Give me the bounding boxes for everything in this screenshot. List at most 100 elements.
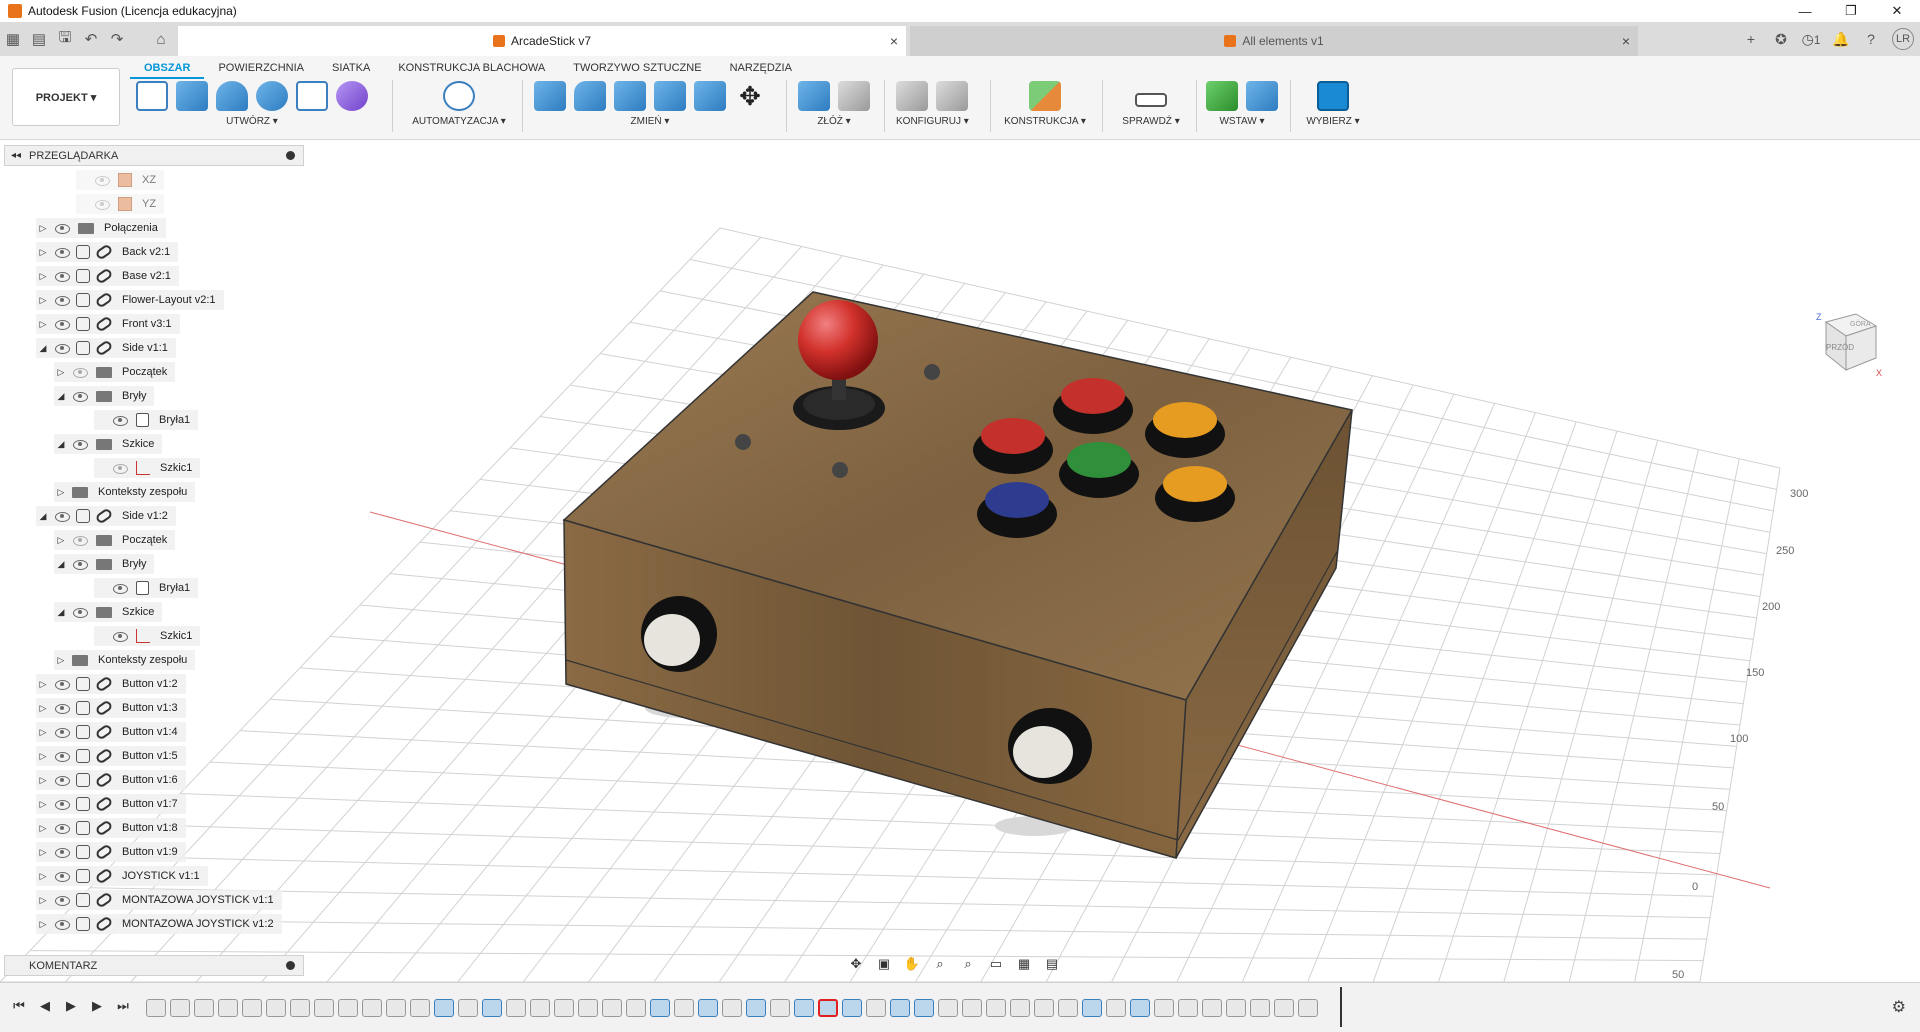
visibility-eye-icon[interactable] <box>72 439 88 450</box>
expand-arrow-icon[interactable]: ▷ <box>54 367 68 378</box>
timeline-feature[interactable] <box>866 999 886 1017</box>
visibility-eye-icon[interactable] <box>94 199 110 210</box>
insert-image-icon[interactable] <box>1246 81 1278 111</box>
tab-all-elements[interactable]: All elements v1 × <box>910 26 1638 56</box>
browser-item[interactable]: Bryła1 <box>94 410 199 430</box>
browser-item[interactable]: ◢ Szkice <box>54 602 163 622</box>
measure-icon[interactable] <box>1135 93 1167 107</box>
hole-icon[interactable] <box>256 81 288 111</box>
timeline-feature[interactable] <box>362 999 382 1017</box>
insert-derive-icon[interactable] <box>1206 81 1238 111</box>
timeline-feature[interactable] <box>266 999 286 1017</box>
timeline-feature[interactable] <box>746 999 766 1017</box>
zoom-window-icon[interactable]: ⌕ <box>957 955 979 973</box>
browser-item[interactable]: Bryła1 <box>94 578 199 598</box>
collapse-arrow-icon[interactable]: ◢ <box>54 439 68 450</box>
browser-item[interactable]: ▷ MONTAZOWA JOYSTICK v1:1 <box>36 890 282 910</box>
file-menu-icon[interactable]: ▤ <box>26 26 52 52</box>
timeline-end-icon[interactable]: ⏭ <box>114 997 132 1015</box>
job-status-icon[interactable]: ◷1 <box>1796 31 1826 48</box>
save-icon[interactable]: 🖫 <box>52 26 78 52</box>
notifications-icon[interactable]: 🔔 <box>1826 31 1856 48</box>
minimize-button[interactable]: — <box>1782 0 1828 22</box>
timeline-feature[interactable] <box>770 999 790 1017</box>
visibility-eye-icon[interactable] <box>54 703 70 714</box>
timeline-feature[interactable] <box>1082 999 1102 1017</box>
orbit-icon[interactable]: ✥ <box>845 955 867 973</box>
browser-item[interactable]: ▷ Button v1:9 <box>36 842 186 862</box>
visibility-eye-icon[interactable] <box>54 319 70 330</box>
timeline-feature[interactable] <box>290 999 310 1017</box>
visibility-eye-icon[interactable] <box>54 823 70 834</box>
grid-settings-icon[interactable]: ▦ <box>1013 955 1035 973</box>
timeline-feature[interactable] <box>1202 999 1222 1017</box>
timeline-feature[interactable] <box>386 999 406 1017</box>
expand-arrow-icon[interactable]: ▷ <box>36 847 50 858</box>
view-cube[interactable]: GÓRA PRZÓD Z X <box>1814 308 1884 378</box>
timeline-feature[interactable] <box>242 999 262 1017</box>
undo-icon[interactable]: ↶ <box>78 26 104 52</box>
expand-arrow-icon[interactable]: ▷ <box>36 823 50 834</box>
browser-item[interactable]: ▷ Button v1:4 <box>36 722 186 742</box>
group-label[interactable]: WSTAW ▾ <box>1206 116 1278 127</box>
timeline-feature[interactable] <box>554 999 574 1017</box>
collapse-arrow-icon[interactable]: ◢ <box>54 559 68 570</box>
visibility-eye-icon[interactable] <box>54 271 70 282</box>
collapse-arrow-icon[interactable]: ◢ <box>36 343 50 354</box>
expand-arrow-icon[interactable]: ▷ <box>36 727 50 738</box>
tab-siatka[interactable]: SIATKA <box>318 59 384 79</box>
comment-panel-header[interactable]: KOMENTARZ <box>4 955 304 976</box>
timeline-feature[interactable] <box>314 999 334 1017</box>
timeline-feature[interactable] <box>842 999 862 1017</box>
visibility-eye-icon[interactable] <box>112 463 128 474</box>
close-tab-icon[interactable]: × <box>890 33 898 49</box>
user-avatar[interactable]: LR <box>1892 28 1914 50</box>
look-at-icon[interactable]: ▣ <box>873 955 895 973</box>
visibility-eye-icon[interactable] <box>94 175 110 186</box>
timeline-feature[interactable] <box>1106 999 1126 1017</box>
browser-item[interactable]: ▷ Button v1:5 <box>36 746 186 766</box>
pan-icon[interactable]: ✋ <box>901 955 923 973</box>
visibility-eye-icon[interactable] <box>112 631 128 642</box>
browser-item[interactable]: YZ <box>76 194 165 214</box>
tab-arcadestick[interactable]: ArcadeStick v7 × <box>178 26 906 56</box>
visibility-eye-icon[interactable] <box>54 919 70 930</box>
browser-item[interactable]: ▷ Button v1:6 <box>36 770 186 790</box>
collapse-arrow-icon[interactable]: ◢ <box>36 511 50 522</box>
timeline-feature[interactable] <box>698 999 718 1017</box>
timeline-feature[interactable] <box>338 999 358 1017</box>
revolve-icon[interactable] <box>216 81 248 111</box>
collapse-arrow-icon[interactable]: ◢ <box>54 607 68 618</box>
timeline-feature[interactable] <box>194 999 214 1017</box>
tab-tworzywo-sztuczne[interactable]: TWORZYWO SZTUCZNE <box>559 59 715 79</box>
browser-item[interactable]: ▷ Button v1:2 <box>36 674 186 694</box>
timeline-feature[interactable] <box>1130 999 1150 1017</box>
group-label[interactable]: SPRAWDŹ ▾ <box>1116 116 1186 127</box>
timeline-feature[interactable] <box>506 999 526 1017</box>
add-comment-icon[interactable] <box>286 961 295 970</box>
group-label[interactable]: ZMIEŃ ▾ <box>534 116 766 127</box>
pin-icon[interactable] <box>286 151 295 160</box>
visibility-eye-icon[interactable] <box>72 559 88 570</box>
timeline-feature[interactable] <box>674 999 694 1017</box>
chamfer-icon[interactable] <box>614 81 646 111</box>
timeline-start-icon[interactable]: ⏮ <box>10 997 28 1015</box>
browser-item[interactable]: ▷ Back v2:1 <box>36 242 179 262</box>
browser-item[interactable]: ▷ Początek <box>54 530 176 550</box>
timeline-feature[interactable] <box>650 999 670 1017</box>
expand-arrow-icon[interactable]: ▷ <box>36 703 50 714</box>
timeline-marker[interactable] <box>1340 987 1342 1027</box>
visibility-eye-icon[interactable] <box>54 295 70 306</box>
browser-item[interactable]: Szkic1 <box>94 626 201 646</box>
expand-arrow-icon[interactable]: ▷ <box>54 655 68 666</box>
group-label[interactable]: UTWÓRZ ▾ <box>136 116 368 127</box>
extensions-icon[interactable]: ✪ <box>1766 31 1796 48</box>
timeline-feature[interactable] <box>218 999 238 1017</box>
timeline-feature[interactable] <box>1154 999 1174 1017</box>
browser-item[interactable]: ▷ Button v1:7 <box>36 794 186 814</box>
configure-icon[interactable] <box>896 81 928 111</box>
create-sketch-icon[interactable] <box>136 81 168 111</box>
plane-icon[interactable] <box>1029 81 1061 111</box>
browser-item[interactable]: ▷ Połączenia <box>36 218 166 238</box>
expand-arrow-icon[interactable]: ▷ <box>36 247 50 258</box>
